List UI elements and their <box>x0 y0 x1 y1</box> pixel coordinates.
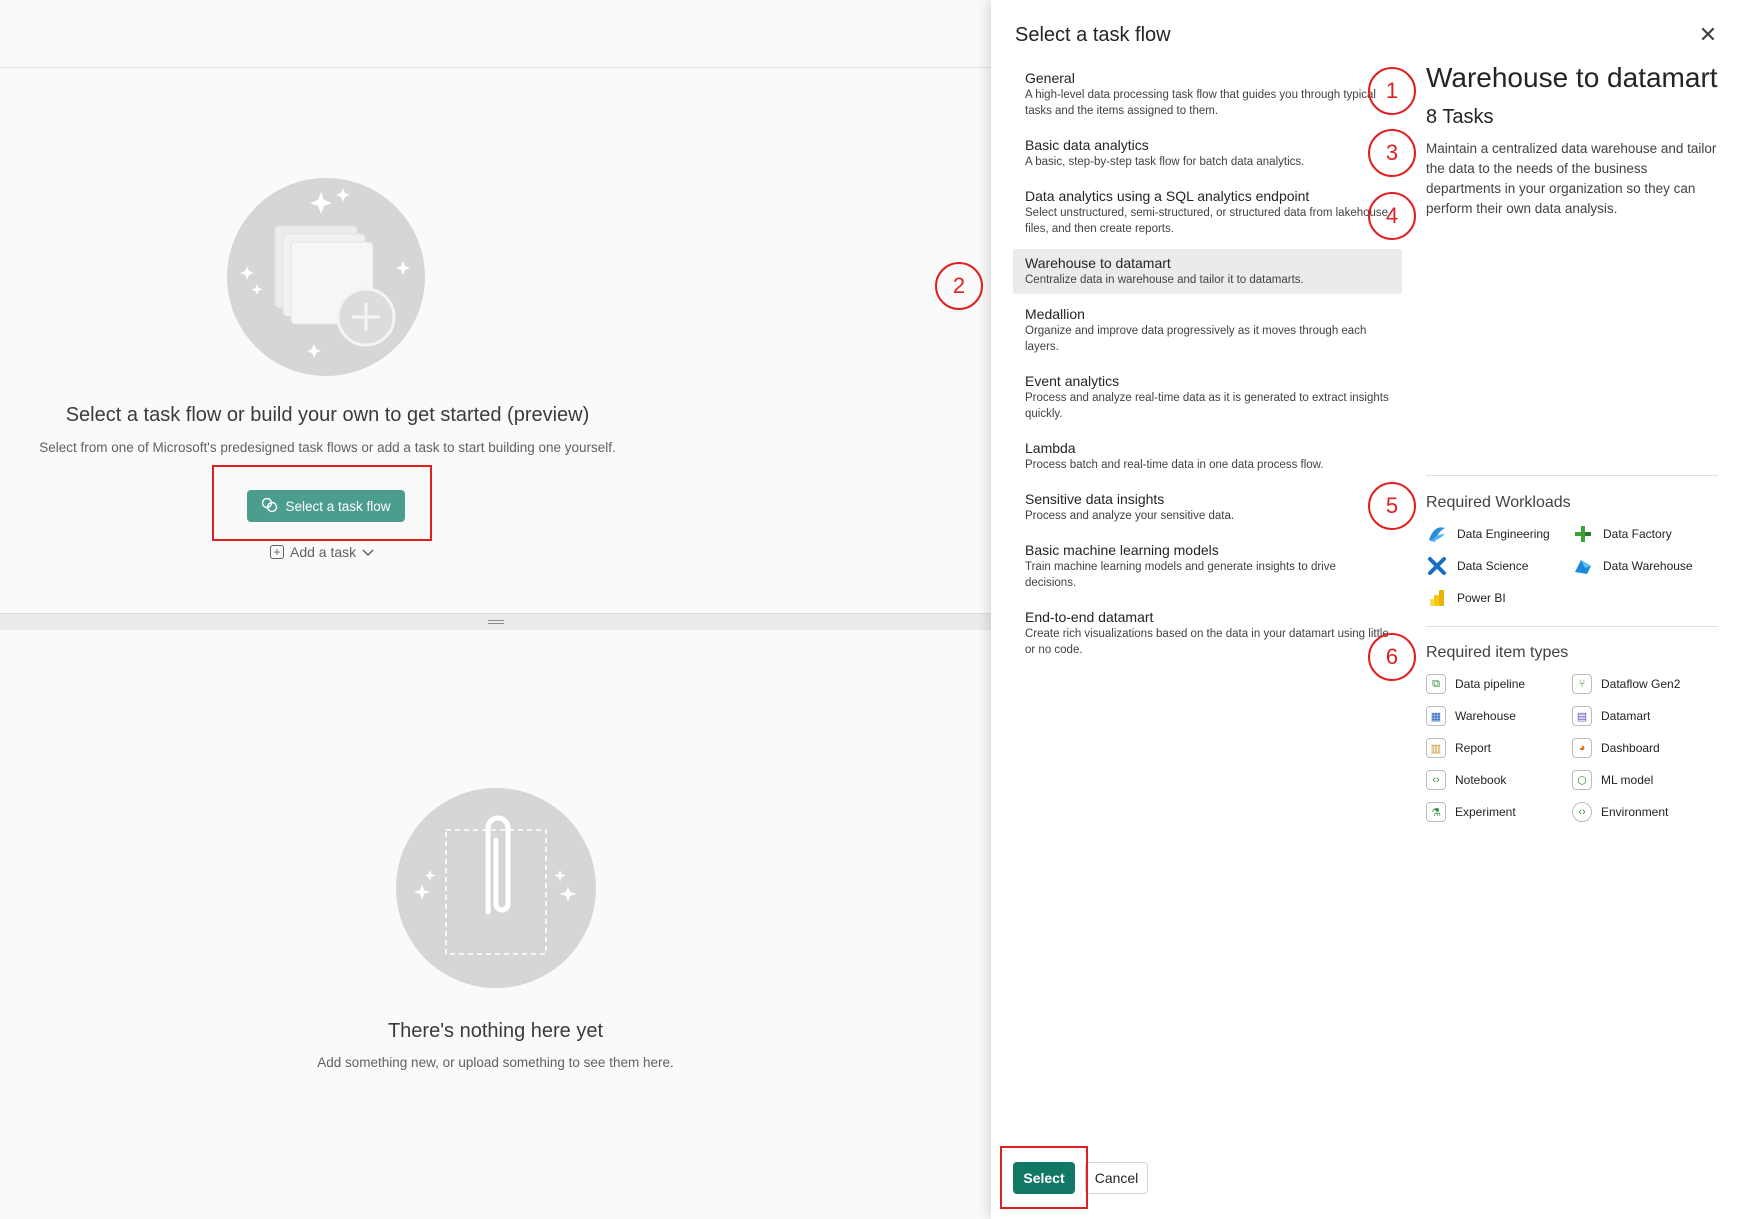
workloads-list: Data Engineering Data Factory Data Scien… <box>1426 523 1718 609</box>
flow-name: General <box>1025 70 1075 86</box>
flow-description: Select unstructured, semi-structured, or… <box>1025 207 1389 235</box>
workload-chip: Data Science <box>1426 555 1572 577</box>
detail-title: Warehouse to datamart <box>1426 62 1718 93</box>
report-icon: ▥ <box>1426 738 1446 758</box>
data-science-icon <box>1426 555 1448 577</box>
flow-description: Train machine learning models and genera… <box>1025 561 1336 589</box>
start-subtitle: Select from one of Microsoft's predesign… <box>39 440 616 455</box>
flow-description: Process and analyze your sensitive data. <box>1025 510 1235 522</box>
flow-name: Data analytics using a SQL analytics end… <box>1025 188 1310 204</box>
cancel-button[interactable]: Cancel <box>1085 1162 1148 1194</box>
experiment-icon: ⚗ <box>1426 802 1446 822</box>
task-count: 8 Tasks <box>1426 106 1494 128</box>
annotation-marker: 6 <box>1368 633 1416 681</box>
flow-description: Organize and improve data progressively … <box>1025 325 1367 353</box>
data-warehouse-icon <box>1572 555 1594 577</box>
item-type-chip: ⑂ Dataflow Gen2 <box>1572 673 1718 695</box>
task-flow-panel <box>0 131 991 613</box>
add-task-button[interactable]: + Add a task <box>270 544 374 560</box>
task-flow-option[interactable]: Sensitive data insights Process and anal… <box>1013 485 1402 530</box>
workload-chip: Data Factory <box>1572 523 1718 545</box>
item-types-list: ⧉ Data pipeline ⑂ Dataflow Gen2 ▦ Wareho… <box>1426 673 1718 823</box>
empty-title: There's nothing here yet <box>387 1020 604 1042</box>
panel-splitter[interactable] <box>0 613 991 630</box>
task-flow-option[interactable]: Data analytics using a SQL analytics end… <box>1013 182 1402 243</box>
notebook-icon: ‹› <box>1426 770 1446 790</box>
task-flow-option[interactable]: Basic data analytics A basic, step-by-st… <box>1013 131 1402 176</box>
divider <box>0 67 991 68</box>
data-pipeline-icon: ⧉ <box>1426 674 1446 694</box>
warehouse-icon: ▦ <box>1426 706 1446 726</box>
task-flow-option[interactable]: Lambda Process batch and real-time data … <box>1013 434 1402 479</box>
flow-name: Event analytics <box>1025 373 1120 389</box>
flow-name: Sensitive data insights <box>1025 491 1165 507</box>
task-flow-option[interactable]: End-to-end datamart Create rich visualiz… <box>1013 603 1402 664</box>
chevron-down-icon <box>362 544 374 560</box>
item-types-title: Required item types <box>1426 644 1569 661</box>
flow-name: Warehouse to datamart <box>1025 255 1171 271</box>
item-type-chip: ◕ Dashboard <box>1572 737 1718 759</box>
flow-description: Process and analyze real-time data as it… <box>1025 392 1389 420</box>
task-flow-option[interactable]: Basic machine learning models Train mach… <box>1013 536 1402 597</box>
annotation-marker: 1 <box>1368 67 1416 115</box>
start-title: Select a task flow or build your own to … <box>65 404 590 426</box>
dialog-title: Select a task flow <box>1015 24 1171 46</box>
task-flow-detail: Warehouse to datamart 8 Tasks Maintain a… <box>1426 60 1726 219</box>
item-type-chip: ‹› Environment <box>1572 801 1718 823</box>
workloads-title: Required Workloads <box>1426 494 1571 511</box>
flow-name: Basic data analytics <box>1025 137 1149 153</box>
item-type-chip: ▤ Datamart <box>1572 705 1718 727</box>
workspace-canvas: Select a task flow or build your own to … <box>0 0 991 1219</box>
task-flow-option[interactable]: Event analytics Process and analyze real… <box>1013 367 1402 428</box>
dataflow-gen2-icon: ⑂ <box>1572 674 1592 694</box>
task-flow-option[interactable]: General A high-level data processing tas… <box>1013 64 1402 125</box>
task-flow-list: General A high-level data processing tas… <box>1013 64 1402 664</box>
flow-description: Create rich visualizations based on the … <box>1025 628 1389 656</box>
flow-name: Basic machine learning models <box>1025 542 1219 558</box>
item-type-chip: ⚗ Experiment <box>1426 801 1572 823</box>
task-flow-option-selected[interactable]: Warehouse to datamart Centralize data in… <box>1013 249 1402 294</box>
power-bi-icon <box>1426 587 1448 609</box>
detail-description: Maintain a centralized data warehouse an… <box>1426 141 1717 216</box>
flow-description: A basic, step-by-step task flow for batc… <box>1025 156 1305 168</box>
flow-name: Lambda <box>1025 440 1076 456</box>
workload-chip: Data Engineering <box>1426 523 1572 545</box>
environment-icon: ‹› <box>1572 802 1592 822</box>
flow-name: End-to-end datamart <box>1025 609 1154 625</box>
divider <box>1426 475 1718 476</box>
add-icon: + <box>270 545 284 559</box>
annotation-marker: 4 <box>1368 192 1416 240</box>
annotation-highlight-box <box>212 465 432 541</box>
flow-description: A high-level data processing task flow t… <box>1025 89 1376 117</box>
workload-chip: Data Warehouse <box>1572 555 1718 577</box>
task-flow-option[interactable]: Medallion Organize and improve data prog… <box>1013 300 1402 361</box>
annotation-marker: 3 <box>1368 129 1416 177</box>
item-type-chip: ⧉ Data pipeline <box>1426 673 1572 695</box>
flow-description: Centralize data in warehouse and tailor … <box>1025 274 1304 286</box>
item-type-chip: ‹› Notebook <box>1426 769 1572 791</box>
data-factory-icon <box>1572 523 1594 545</box>
splitter-grip-icon <box>488 620 504 621</box>
datamart-icon: ▤ <box>1572 706 1592 726</box>
task-flow-illustration <box>227 178 425 376</box>
item-type-chip: ⬡ ML model <box>1572 769 1718 791</box>
dashboard-icon: ◕ <box>1572 738 1592 758</box>
annotation-marker: 2 <box>935 262 983 310</box>
annotation-highlight-box <box>1000 1146 1088 1209</box>
item-type-chip: ▦ Warehouse <box>1426 705 1572 727</box>
flow-name: Medallion <box>1025 306 1085 322</box>
divider <box>1426 626 1718 627</box>
select-task-flow-dialog: Select a task flow ✕ General A high-leve… <box>991 0 1741 1219</box>
add-task-label: Add a task <box>290 544 357 560</box>
data-engineering-icon <box>1426 523 1448 545</box>
close-icon[interactable]: ✕ <box>1697 24 1719 46</box>
empty-items-illustration <box>396 788 596 988</box>
annotation-marker: 5 <box>1368 482 1416 530</box>
item-type-chip: ▥ Report <box>1426 737 1572 759</box>
ml-model-icon: ⬡ <box>1572 770 1592 790</box>
workload-chip: Power BI <box>1426 587 1572 609</box>
empty-subtitle: Add something new, or upload something t… <box>317 1055 674 1070</box>
flow-description: Process batch and real-time data in one … <box>1025 459 1324 471</box>
